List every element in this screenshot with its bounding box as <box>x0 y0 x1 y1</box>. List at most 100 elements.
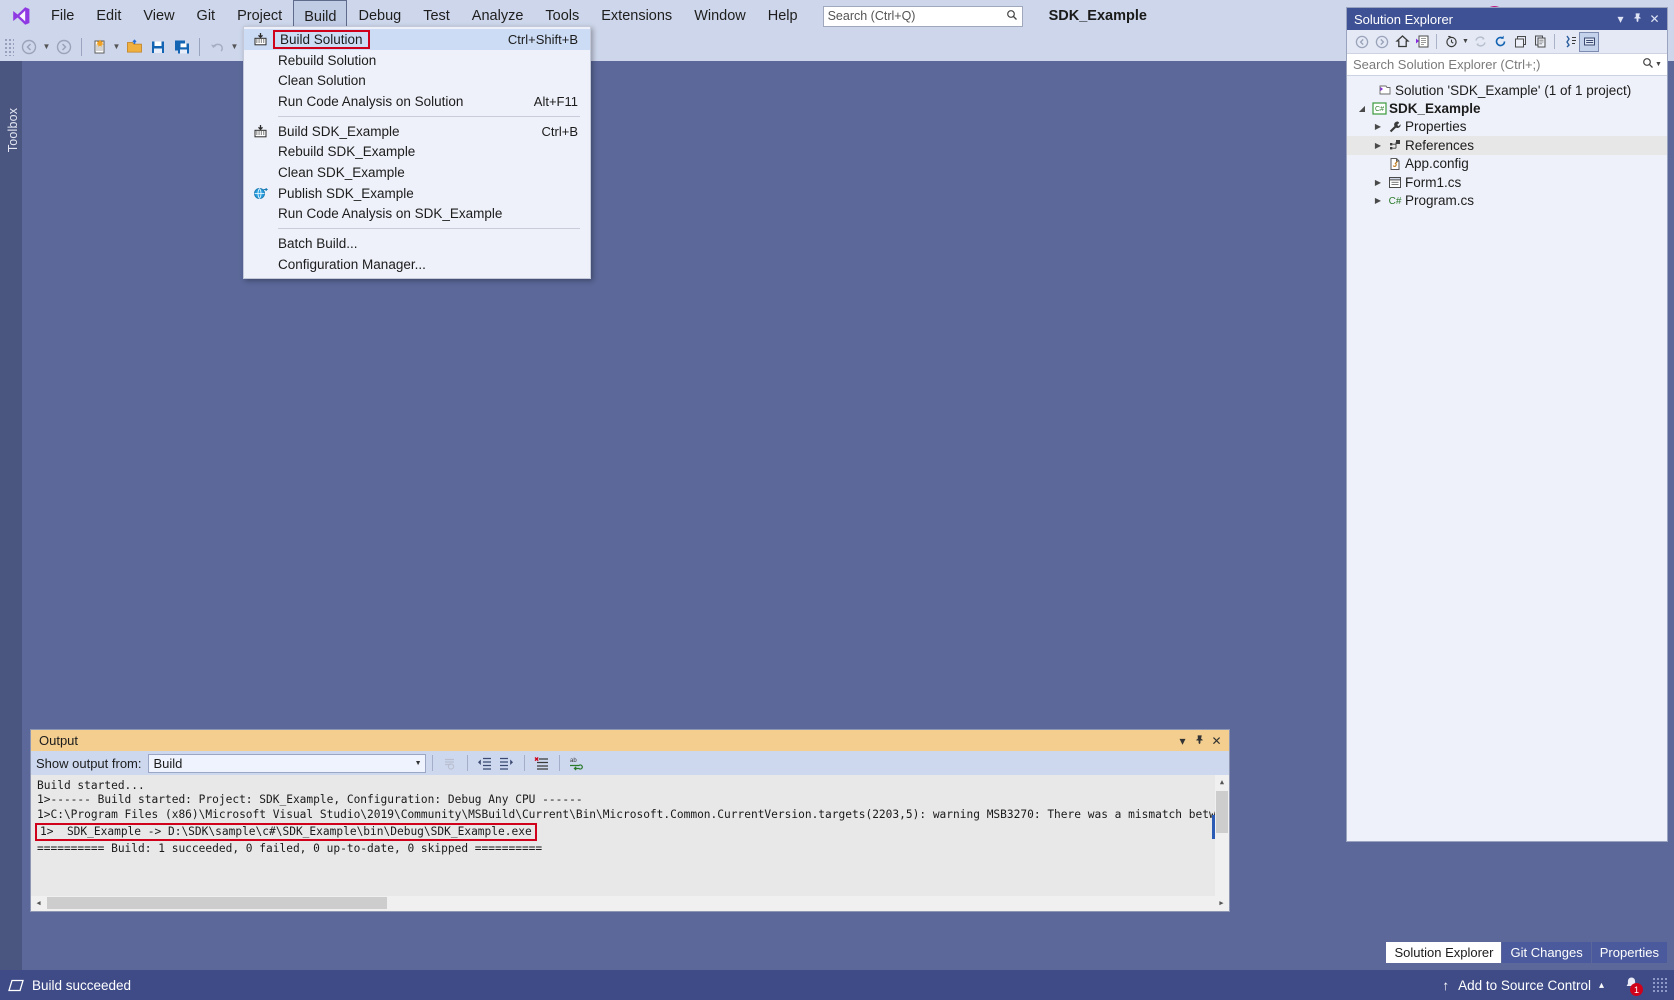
sync-with-active-document-icon[interactable] <box>1412 32 1432 52</box>
menu-item-label: Build Solution <box>273 29 370 49</box>
menu-edit[interactable]: Edit <box>85 0 132 32</box>
pin-icon[interactable] <box>1191 734 1208 748</box>
menu-item-run-code-analysis-on-solution[interactable]: Run Code Analysis on Solution Alt+F11 <box>244 91 590 112</box>
quick-launch-search[interactable]: Search (Ctrl+Q) <box>822 5 1023 27</box>
expander-icon[interactable]: ▶ <box>1371 122 1385 131</box>
home-icon[interactable] <box>1392 32 1412 52</box>
solution-explorer-search-input[interactable]: Search Solution Explorer (Ctrl+;) ▼ <box>1347 54 1667 76</box>
menu-git[interactable]: Git <box>186 0 227 32</box>
scroll-thumb[interactable] <box>1216 791 1228 833</box>
solution-explorer-title: Solution Explorer <box>1354 11 1453 27</box>
navigate-forward-icon[interactable] <box>52 35 76 59</box>
tab-properties[interactable]: Properties <box>1591 942 1667 963</box>
build-icon <box>252 31 269 47</box>
toggle-word-wrap-icon[interactable]: ab <box>566 753 588 773</box>
toolbox-strip[interactable]: Toolbox <box>0 61 22 970</box>
scroll-right-arrow-icon[interactable]: ▶ <box>1214 896 1229 910</box>
menu-item-label: Publish SDK_Example <box>278 185 414 201</box>
filter-dropdown-icon[interactable]: ▼ <box>1461 38 1470 45</box>
status-text: Build succeeded <box>32 977 132 993</box>
output-horizontal-scrollbar[interactable]: ◀ ▶ <box>31 896 1229 911</box>
solution-explorer-panel: Solution Explorer ▾ ✕ ▼ Search Solution … <box>1346 7 1668 842</box>
notifications-button[interactable]: 1 <box>1618 975 1644 996</box>
chevron-up-icon[interactable]: ▴ <box>1599 980 1604 991</box>
solution-explorer-tree: Solution 'SDK_Example' (1 of 1 project) … <box>1347 76 1667 210</box>
sync-icon[interactable] <box>1470 32 1490 52</box>
add-to-source-control-label: Add to Source Control <box>1458 977 1591 993</box>
menu-item-run-code-analysis-on-sdk-example[interactable]: Run Code Analysis on SDK_Example <box>244 204 590 225</box>
menu-item-clean-solution[interactable]: Clean Solution <box>244 70 590 91</box>
tree-item-app-config[interactable]: App.config <box>1347 155 1667 173</box>
expander-icon[interactable]: ▶ <box>1371 141 1385 150</box>
menu-file[interactable]: File <box>40 0 85 32</box>
menu-help[interactable]: Help <box>757 0 809 32</box>
navigate-back-icon[interactable] <box>17 35 41 59</box>
new-project-dropdown-icon[interactable]: ▼ <box>111 42 122 51</box>
back-icon[interactable] <box>1352 32 1372 52</box>
menu-item-clean-sdk-example[interactable]: Clean SDK_Example <box>244 162 590 183</box>
chevron-down-icon[interactable]: ▼ <box>415 760 422 767</box>
close-icon[interactable]: ✕ <box>1646 12 1663 26</box>
menu-item-build-solution[interactable]: Build Solution Ctrl+Shift+B <box>244 29 590 50</box>
undo-icon[interactable] <box>205 35 229 59</box>
tree-item-properties[interactable]: ▶ Properties <box>1347 118 1667 136</box>
search-icon[interactable] <box>1642 57 1654 72</box>
pin-icon[interactable] <box>1629 12 1646 26</box>
expander-expanded-icon[interactable]: ◢ <box>1355 104 1369 113</box>
scroll-left-arrow-icon[interactable]: ◀ <box>31 896 46 910</box>
show-all-files-icon[interactable] <box>1530 32 1550 52</box>
open-file-icon[interactable] <box>122 35 146 59</box>
up-arrow-icon: ↑ <box>1442 977 1450 993</box>
go-to-previous-message-icon[interactable] <box>474 753 496 773</box>
menu-item-batch-build[interactable]: Batch Build... <box>244 233 590 254</box>
save-icon[interactable] <box>146 35 170 59</box>
menu-extensions[interactable]: Extensions <box>590 0 683 32</box>
search-options-dropdown-icon[interactable]: ▼ <box>1654 61 1663 68</box>
menu-item-rebuild-sdk-example[interactable]: Rebuild SDK_Example <box>244 141 590 162</box>
undo-dropdown-icon[interactable]: ▼ <box>229 42 240 51</box>
navigate-back-dropdown-icon[interactable]: ▼ <box>41 42 52 51</box>
menu-item-rebuild-solution[interactable]: Rebuild Solution <box>244 50 590 71</box>
menu-item-configuration-manager[interactable]: Configuration Manager... <box>244 254 590 275</box>
menu-item-label: Clean Solution <box>278 73 366 89</box>
window-resize-grip[interactable] <box>1652 977 1668 993</box>
expander-icon[interactable]: ▶ <box>1371 178 1385 187</box>
forward-icon[interactable] <box>1372 32 1392 52</box>
save-all-icon[interactable] <box>170 35 194 59</box>
view-code-icon[interactable] <box>1559 32 1579 52</box>
tree-item-program-cs[interactable]: ▶ C# Program.cs <box>1347 191 1667 209</box>
add-to-source-control-button[interactable]: ↑ Add to Source Control ▴ <box>1442 978 1604 993</box>
scroll-up-arrow-icon[interactable]: ▲ <box>1215 775 1229 789</box>
go-to-next-message-icon[interactable] <box>496 753 518 773</box>
pending-changes-filter-icon[interactable] <box>1441 32 1461 52</box>
chevron-down-icon[interactable]: ▾ <box>1174 734 1191 748</box>
menu-view[interactable]: View <box>132 0 185 32</box>
search-icon <box>1006 9 1018 24</box>
menu-item-publish-sdk-example[interactable]: Publish SDK_Example <box>244 183 590 204</box>
close-icon[interactable]: ✕ <box>1208 734 1225 748</box>
output-vertical-scrollbar[interactable]: ▲ ▼ <box>1215 775 1229 911</box>
menu-item-build-sdk-example[interactable]: Build SDK_Example Ctrl+B <box>244 121 590 142</box>
output-console[interactable]: Build started... 1>------ Build started:… <box>31 775 1229 911</box>
expander-icon[interactable]: ▶ <box>1371 196 1385 205</box>
tree-item-references[interactable]: ▶ References <box>1347 136 1667 155</box>
output-source-select[interactable]: Build ▼ <box>147 753 426 773</box>
solution-explorer-tab-strip: Solution Explorer Git Changes Properties <box>1386 942 1668 963</box>
new-project-icon[interactable] <box>87 35 111 59</box>
tab-solution-explorer[interactable]: Solution Explorer <box>1386 942 1502 963</box>
properties-icon[interactable] <box>1579 31 1599 52</box>
menu-item-label: Build SDK_Example <box>278 123 400 139</box>
tab-git-changes[interactable]: Git Changes <box>1502 942 1591 963</box>
toolbar-grip[interactable] <box>4 37 14 56</box>
tree-item-form1-cs[interactable]: ▶ Form1.cs <box>1347 173 1667 191</box>
clear-all-icon[interactable] <box>531 753 553 773</box>
chevron-down-icon[interactable]: ▾ <box>1612 12 1629 26</box>
find-message-icon[interactable] <box>439 753 461 773</box>
tree-item-sdk-example-project[interactable]: ◢ C# SDK_Example <box>1347 99 1667 117</box>
menu-window[interactable]: Window <box>683 0 757 32</box>
tree-item-solution[interactable]: Solution 'SDK_Example' (1 of 1 project) <box>1347 81 1667 99</box>
refresh-icon[interactable] <box>1490 32 1510 52</box>
collapse-all-icon[interactable] <box>1510 32 1530 52</box>
scroll-thumb-horizontal[interactable] <box>47 897 387 909</box>
menu-item-label: Batch Build... <box>278 236 358 252</box>
